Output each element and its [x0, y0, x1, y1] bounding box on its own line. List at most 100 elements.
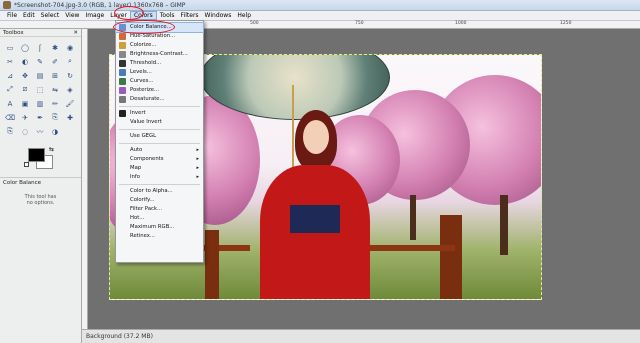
reset-colors-icon[interactable] [24, 162, 29, 167]
menu-item-color-balance[interactable]: Color Balance... [115, 22, 204, 33]
menu-item-color-to-alpha[interactable]: Color to Alpha... [116, 187, 203, 196]
menu-separator [119, 129, 200, 130]
menu-item-label: Use GEGL [130, 133, 157, 139]
ruler-tick: 1250 [560, 21, 572, 26]
color-picker-icon[interactable]: ✐ [49, 56, 61, 67]
menu-item-use-gegl[interactable]: Use GEGL [116, 132, 203, 141]
blend-icon[interactable]: ▥ [34, 98, 46, 109]
menu-item-threshold[interactable]: Threshold... [116, 59, 203, 68]
menu-item-label: Filter Pack... [130, 206, 163, 212]
menu-item-components[interactable]: Components ▸ [116, 155, 203, 164]
ellipse-select-icon[interactable]: ◯ [19, 42, 31, 53]
menu-item-desaturate[interactable]: Desaturate... [116, 95, 203, 104]
color-select-icon[interactable]: ◉ [64, 42, 76, 53]
rotate-icon[interactable]: ↻ [64, 70, 76, 81]
smudge-icon[interactable]: 〰 [34, 126, 46, 137]
flip-icon[interactable]: ⇋ [49, 84, 61, 95]
menu-item-brightness-contrast[interactable]: Brightness-Contrast... [116, 50, 203, 59]
blur-icon[interactable]: ◌ [19, 126, 31, 137]
shear-icon[interactable]: ⧄ [19, 84, 31, 95]
tool-options: Color Balance This tool has no options. [0, 177, 81, 208]
measure-icon[interactable]: ⊿ [4, 70, 16, 81]
horizontal-ruler: 25050075010001250 [0, 21, 640, 29]
free-select-icon[interactable]: ʃ [34, 42, 46, 53]
ruler-tick: 1000 [455, 21, 467, 26]
zoom-icon[interactable]: ⌕ [64, 56, 76, 67]
menu-tools[interactable]: Tools [157, 11, 178, 20]
menu-item-label: Maximum RGB... [130, 224, 175, 230]
paintbrush-icon[interactable]: 🖌 [64, 98, 76, 109]
menu-item-filter-pack[interactable]: Filter Pack... [116, 205, 203, 214]
move-icon[interactable]: ✥ [19, 70, 31, 81]
dodge-icon[interactable]: ◑ [49, 126, 61, 137]
swap-colors-icon[interactable]: ⇆ [49, 146, 54, 153]
menu-item-curves[interactable]: Curves... [116, 77, 203, 86]
bridge-rail [355, 245, 455, 251]
menu-item-label: Invert [130, 110, 146, 116]
close-icon[interactable]: ✕ [73, 30, 78, 36]
fuzzy-select-icon[interactable]: ✱ [49, 42, 61, 53]
menu-item-label: Hot... [130, 215, 145, 221]
menu-select[interactable]: Select [38, 11, 63, 20]
menu-item-colorize[interactable]: Colorize... [116, 41, 203, 50]
menu-item-invert[interactable]: Invert [116, 109, 203, 118]
kimono-obi [290, 205, 340, 233]
eraser-icon[interactable]: ⌫ [4, 112, 16, 123]
levels-icon [119, 69, 126, 76]
menu-separator [119, 184, 200, 185]
menu-item-label: Hue-Saturation... [130, 33, 176, 39]
menu-item-map[interactable]: Map ▸ [116, 164, 203, 173]
clone-icon[interactable]: ⎘ [49, 112, 61, 123]
menu-item-hue-saturation[interactable]: Hue-Saturation... [116, 32, 203, 41]
cage-icon[interactable]: ◈ [64, 84, 76, 95]
invert-icon [119, 110, 126, 117]
menu-item-label: Auto [130, 147, 143, 153]
paths-icon[interactable]: ✎ [34, 56, 46, 67]
menu-item-label: Components [130, 156, 164, 162]
tree-trunk [410, 195, 416, 240]
menu-filters[interactable]: Filters [178, 11, 202, 20]
align-icon[interactable]: ▤ [34, 70, 46, 81]
scale-icon[interactable]: ⤢ [4, 84, 16, 95]
foreground-color-swatch[interactable] [28, 148, 45, 162]
heal-icon[interactable]: ✚ [64, 112, 76, 123]
crop-icon[interactable]: ⊞ [49, 70, 61, 81]
rect-select-icon[interactable]: ▭ [4, 42, 16, 53]
menu-item-maximum-rgb[interactable]: Maximum RGB... [116, 223, 203, 232]
foreground-select-icon[interactable]: ◐ [19, 56, 31, 67]
colorize-icon [119, 42, 126, 49]
status-text: Background (37.2 MB) [86, 333, 153, 340]
menu-item-hot[interactable]: Hot... [116, 214, 203, 223]
airbrush-icon[interactable]: ✈ [19, 112, 31, 123]
menu-item-info[interactable]: Info ▸ [116, 173, 203, 182]
menu-help[interactable]: Help [234, 11, 254, 20]
submenu-arrow-icon: ▸ [196, 174, 199, 180]
menu-item-value-invert[interactable]: Value Invert [116, 118, 203, 127]
menu-layer[interactable]: Layer [107, 11, 130, 20]
bridge-post [205, 230, 219, 299]
menu-view[interactable]: View [62, 11, 82, 20]
tool-grid: ▭ ◯ ʃ ✱ ◉ ✂ ◐ ✎ ✐ ⌕ ⊿ ✥ ▤ ⊞ ↻ ⤢ ⧄ ⬚ ⇋ ◈ A ▣ ▥ ✏ 🖌 ⌫ ✈ ✒ ⎘ ✚ ⎘ ◌ 〰 ◑ [0, 37, 81, 143]
menu-windows[interactable]: Windows [202, 11, 235, 20]
menu-image[interactable]: Image [82, 11, 107, 20]
ink-icon[interactable]: ✒ [34, 112, 46, 123]
gimp-app-icon [3, 1, 11, 9]
menu-item-label: Curves... [130, 78, 154, 84]
window-title: *Screenshot-704.jpg-3.0 (RGB, 1 layer) 1… [14, 1, 186, 9]
perspective-icon[interactable]: ⬚ [34, 84, 46, 95]
color-area: ⇆ [0, 146, 81, 174]
bucket-fill-icon[interactable]: ▣ [19, 98, 31, 109]
pencil-icon[interactable]: ✏ [49, 98, 61, 109]
menu-colors[interactable]: Colors [129, 11, 157, 20]
menu-item-levels[interactable]: Levels... [116, 68, 203, 77]
menu-edit[interactable]: Edit [20, 11, 38, 20]
menu-item-auto[interactable]: Auto ▸ [116, 146, 203, 155]
text-icon[interactable]: A [4, 98, 16, 109]
perspective-clone-icon[interactable]: ⎘ [4, 126, 16, 137]
menu-item-posterize[interactable]: Posterize... [116, 86, 203, 95]
menu-file[interactable]: File [4, 11, 20, 20]
scissors-icon[interactable]: ✂ [4, 56, 16, 67]
menu-separator [119, 106, 200, 107]
menu-item-retinex[interactable]: Retinex... [116, 232, 203, 241]
menu-item-colorify[interactable]: Colorify... [116, 196, 203, 205]
